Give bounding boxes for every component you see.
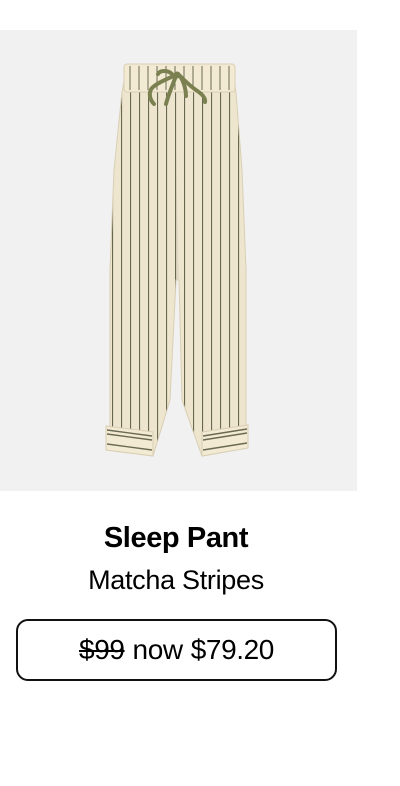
price-now-label: now [132,634,184,665]
pants-illustration [105,63,249,457]
product-title[interactable]: Sleep Pant [0,518,352,558]
sale-price: $79.20 [190,634,275,665]
price-button[interactable]: $99 now $79.20 [16,619,337,681]
original-price: $99 [79,634,125,665]
product-card[interactable]: Sleep Pant Matcha Stripes $99 now $79.20 [0,0,400,786]
product-variant: Matcha Stripes [88,565,264,595]
product-image[interactable] [0,30,357,491]
